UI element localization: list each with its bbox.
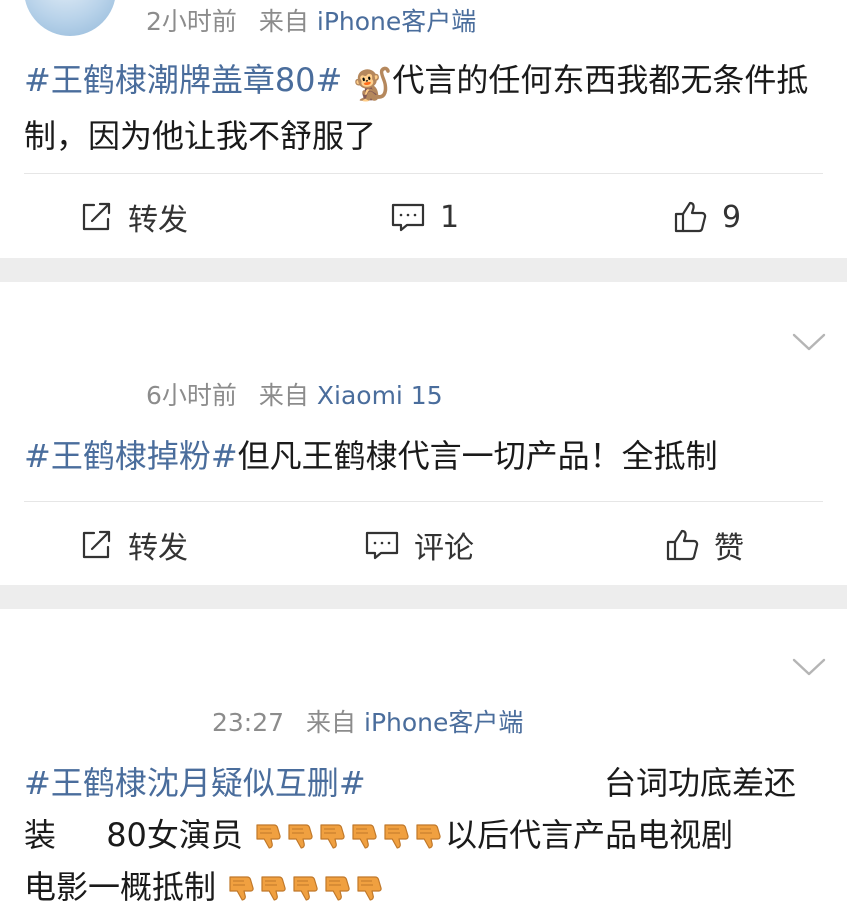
post-source[interactable]: iPhone客户端 bbox=[317, 7, 476, 36]
like-button[interactable]: 赞 bbox=[664, 525, 744, 566]
post-card: 23:27 来自 iPhone客户端 #王鹤棣沈月疑似互删# 台词功底差还 装 8… bbox=[0, 609, 847, 924]
post-time: 23:27 bbox=[212, 708, 285, 737]
post-meta: 6小时前 来自 Xiaomi 15 bbox=[146, 376, 443, 412]
thumbs-up-icon bbox=[664, 527, 700, 563]
post-text: #王鹤棣沈月疑似互删# 台词功底差还 bbox=[24, 757, 824, 809]
thumbs-down-emoji bbox=[293, 876, 318, 901]
post-from: 来自 bbox=[258, 381, 309, 410]
comment-icon bbox=[364, 527, 400, 563]
post-body: 但凡王鹤棣代言一切产品！全抵制 bbox=[237, 437, 718, 475]
post-text: #王鹤棣掉粉#但凡王鹤棣代言一切产品！全抵制 bbox=[24, 430, 824, 482]
thumbs-down-row bbox=[226, 868, 386, 906]
repost-label: 转发 bbox=[128, 531, 188, 566]
post-card: 6小时前 来自 Xiaomi 15 #王鹤棣掉粉#但凡王鹤棣代言一切产品！全抵制 … bbox=[0, 282, 847, 585]
thumbs-down-emoji bbox=[357, 876, 382, 901]
post-body-part: 80女演员 bbox=[106, 816, 243, 854]
post-source[interactable]: iPhone客户端 bbox=[364, 708, 523, 737]
repost-icon bbox=[78, 527, 114, 563]
post-card: 2小时前 来自 iPhone客户端 #王鹤棣潮牌盖章80# 🐒代言的任何东西我都无… bbox=[0, 0, 847, 258]
repost-icon bbox=[78, 199, 114, 235]
post-body-part: 装 bbox=[24, 816, 57, 854]
divider bbox=[24, 173, 823, 174]
post-from: 来自 bbox=[306, 708, 357, 737]
chevron-down-icon[interactable] bbox=[792, 332, 826, 352]
comment-count: 1 bbox=[440, 199, 460, 235]
thumbs-down-emoji bbox=[384, 824, 409, 849]
post-body-part: 以后代言产品电视剧 bbox=[445, 816, 734, 854]
comment-icon bbox=[390, 199, 426, 235]
thumbs-down-emoji bbox=[325, 876, 350, 901]
post-text-line3: 电影一概抵制 bbox=[24, 861, 824, 913]
hashtag-link[interactable]: #王鹤棣潮牌盖章80# bbox=[24, 61, 342, 99]
post-time: 6小时前 bbox=[146, 381, 237, 410]
post-separator bbox=[0, 258, 847, 282]
post-text: #王鹤棣潮牌盖章80# 🐒代言的任何东西我都无条件抵制，因为他让我不舒服了 bbox=[24, 54, 824, 162]
repost-button[interactable]: 转发 bbox=[78, 197, 188, 238]
repost-label: 转发 bbox=[128, 203, 188, 238]
post-time: 2小时前 bbox=[146, 7, 237, 36]
thumbs-down-emoji bbox=[229, 876, 254, 901]
thumbs-up-icon bbox=[672, 199, 708, 235]
hashtag-link[interactable]: #王鹤棣沈月疑似互删# bbox=[24, 764, 366, 802]
thumbs-down-emoji bbox=[320, 824, 345, 849]
post-source[interactable]: Xiaomi 15 bbox=[317, 381, 443, 410]
like-count: 9 bbox=[722, 199, 742, 235]
thumbs-down-row bbox=[253, 816, 445, 854]
like-label: 赞 bbox=[714, 531, 744, 566]
monkey-emoji: 🐒 bbox=[352, 65, 393, 103]
like-button[interactable]: 9 bbox=[672, 197, 741, 237]
thumbs-down-emoji bbox=[261, 876, 286, 901]
thumbs-down-emoji bbox=[288, 824, 313, 849]
comment-label: 评论 bbox=[414, 531, 474, 566]
comment-button[interactable]: 1 bbox=[390, 197, 459, 237]
post-body-part: 电影一概抵制 bbox=[24, 868, 217, 906]
post-body-part: 台词功底差还 bbox=[604, 764, 797, 802]
post-separator bbox=[0, 585, 847, 609]
comment-button[interactable]: 评论 bbox=[364, 525, 474, 566]
post-text-line2: 装 80女演员 以后代言产品电视剧 bbox=[24, 809, 824, 861]
avatar[interactable] bbox=[24, 0, 116, 36]
divider bbox=[24, 501, 823, 502]
chevron-down-icon[interactable] bbox=[792, 657, 826, 677]
repost-button[interactable]: 转发 bbox=[78, 525, 188, 566]
post-meta: 23:27 来自 iPhone客户端 bbox=[212, 703, 523, 739]
post-from: 来自 bbox=[258, 7, 309, 36]
thumbs-down-emoji bbox=[416, 824, 441, 849]
hashtag-link[interactable]: #王鹤棣掉粉# bbox=[24, 437, 238, 475]
post-meta: 2小时前 来自 iPhone客户端 bbox=[146, 2, 476, 38]
thumbs-down-emoji bbox=[256, 824, 281, 849]
thumbs-down-emoji bbox=[352, 824, 377, 849]
